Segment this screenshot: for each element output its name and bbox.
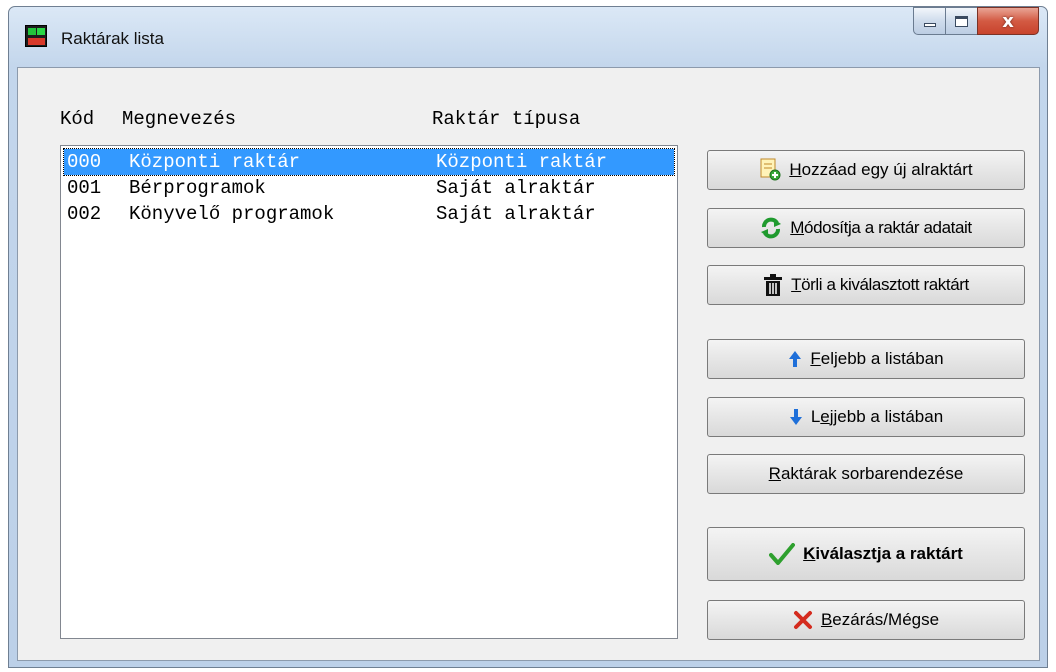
sort-warehouses-button[interactable]: Raktárak sorbarendezése — [707, 454, 1025, 494]
modify-warehouse-button[interactable]: Módosítja a raktár adatait — [707, 208, 1025, 248]
sort-button-mnemonic: R — [768, 464, 781, 483]
list-item[interactable]: 000 Központi raktár Központi raktár — [63, 148, 675, 176]
up-button-label: eljebb a listában — [820, 349, 944, 368]
sort-button-label: aktárak sorbarendezése — [780, 464, 964, 483]
close-window-button[interactable]: x — [977, 7, 1039, 35]
arrow-down-icon — [789, 408, 803, 426]
down-button-label: jjebb a listában — [829, 407, 944, 426]
main-window: Raktárak lista x Kód Megnevezés Raktár t… — [8, 6, 1048, 668]
close-button-label: ezárás/Mégse — [832, 610, 940, 629]
add-document-icon — [759, 158, 781, 182]
refresh-icon — [760, 217, 782, 239]
item-code: 000 — [67, 151, 102, 173]
column-header-code: Kód — [60, 108, 95, 130]
x-mark-icon — [793, 610, 813, 630]
arrow-up-icon — [788, 350, 802, 368]
item-type: Saját alraktár — [436, 177, 596, 199]
warehouse-list[interactable]: 000 Központi raktár Központi raktár 001 … — [60, 145, 678, 639]
item-type: Saját alraktár — [436, 203, 596, 225]
down-button-mnemonic: e — [820, 407, 830, 426]
delete-button-label: örli a kiválasztott raktárt — [801, 275, 969, 294]
item-name: Könyvelő programok — [129, 203, 335, 225]
modify-button-label: ódosítja a raktár adatait — [804, 218, 972, 237]
item-code: 001 — [67, 177, 102, 199]
close-cancel-button[interactable]: Bezárás/Mégse — [707, 600, 1025, 640]
delete-button-mnemonic: T — [791, 275, 802, 294]
minimize-button[interactable] — [913, 7, 945, 35]
trash-icon — [763, 273, 783, 297]
select-warehouse-button[interactable]: Kiválasztja a raktárt — [707, 527, 1025, 581]
column-header-type: Raktár típusa — [432, 108, 581, 130]
select-button-mnemonic: K — [803, 544, 816, 563]
checkmark-icon — [769, 543, 796, 565]
move-up-button[interactable]: Feljebb a listában — [707, 339, 1025, 379]
down-button-prefix: L — [810, 407, 821, 426]
select-button-label: iválasztja a raktárt — [815, 544, 963, 563]
close-button-mnemonic: B — [820, 610, 833, 629]
item-name: Bérprogramok — [129, 177, 266, 199]
item-code: 002 — [67, 203, 102, 225]
add-button-mnemonic: H — [789, 160, 802, 179]
column-header-name: Megnevezés — [122, 108, 237, 130]
maximize-button[interactable] — [945, 7, 977, 35]
add-subwarehouse-button[interactable]: Hozzáad egy új alraktárt — [707, 150, 1025, 190]
close-icon: x — [1002, 10, 1014, 32]
list-item[interactable]: 001 Bérprogramok Saját alraktár — [64, 175, 674, 201]
add-button-label: ozzáad egy új alraktárt — [801, 160, 973, 179]
delete-warehouse-button[interactable]: Törli a kiválasztott raktárt — [707, 265, 1025, 305]
title-bar[interactable]: Raktárak lista x — [9, 7, 1047, 67]
modify-button-mnemonic: M — [790, 218, 805, 237]
minimize-icon — [923, 23, 936, 27]
maximize-icon — [955, 15, 968, 27]
move-down-button[interactable]: Lejjebb a listában — [707, 397, 1025, 437]
up-button-mnemonic: F — [810, 349, 821, 368]
window-title: Raktárak lista — [61, 29, 164, 48]
list-item[interactable]: 002 Könyvelő programok Saját alraktár — [64, 201, 674, 227]
item-type: Központi raktár — [436, 151, 608, 173]
item-name: Központi raktár — [129, 151, 301, 173]
dialog-client-area: Kód Megnevezés Raktár típusa 000 Központ… — [17, 67, 1040, 661]
window-controls: x — [913, 7, 1039, 37]
app-icon[interactable] — [25, 25, 47, 47]
